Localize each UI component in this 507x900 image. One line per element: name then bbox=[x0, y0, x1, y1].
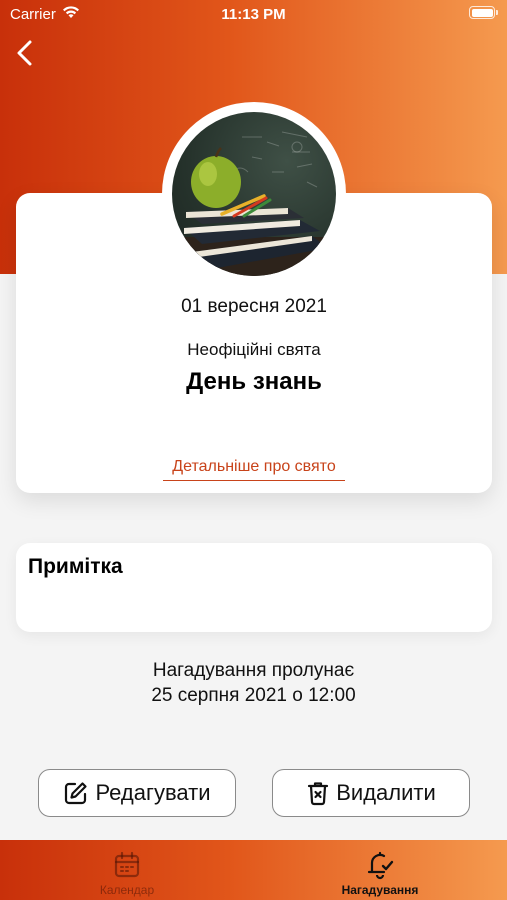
battery-icon bbox=[469, 6, 498, 19]
trash-icon bbox=[308, 782, 329, 806]
reminder-datetime: 25 серпня 2021 о 12:00 bbox=[151, 685, 356, 706]
status-bar: Carrier 11:13 PM bbox=[0, 0, 507, 30]
tab-reminders-label: Нагадування bbox=[341, 883, 419, 897]
reminder-text: Нагадування пролунає bbox=[152, 660, 355, 681]
tab-calendar-label: Календар bbox=[99, 883, 155, 897]
tab-calendar[interactable]: Календар bbox=[57, 840, 197, 900]
clock: 11:13 PM bbox=[221, 6, 286, 23]
chevron-left-icon bbox=[17, 40, 32, 66]
event-title: День знань bbox=[186, 368, 322, 395]
event-date: 01 вересня 2021 bbox=[181, 296, 327, 317]
edit-icon bbox=[65, 782, 88, 805]
delete-button[interactable]: Видалити bbox=[272, 769, 470, 817]
tab-reminders[interactable]: Нагадування bbox=[310, 840, 450, 900]
event-image bbox=[172, 112, 336, 276]
note-card[interactable]: Примітка bbox=[16, 543, 492, 632]
bell-check-icon bbox=[367, 851, 394, 880]
event-category: Неофіційні свята bbox=[187, 340, 321, 359]
delete-button-label: Видалити bbox=[336, 780, 436, 805]
back-button[interactable] bbox=[12, 38, 40, 68]
edit-button[interactable]: Редагувати bbox=[38, 769, 236, 817]
holiday-details-link[interactable]: Детальніше про свято bbox=[163, 458, 345, 481]
note-title: Примітка bbox=[28, 555, 123, 578]
tab-bar: Календар Нагадування bbox=[0, 840, 507, 900]
calendar-icon bbox=[114, 851, 140, 878]
edit-button-label: Редагувати bbox=[95, 780, 211, 805]
